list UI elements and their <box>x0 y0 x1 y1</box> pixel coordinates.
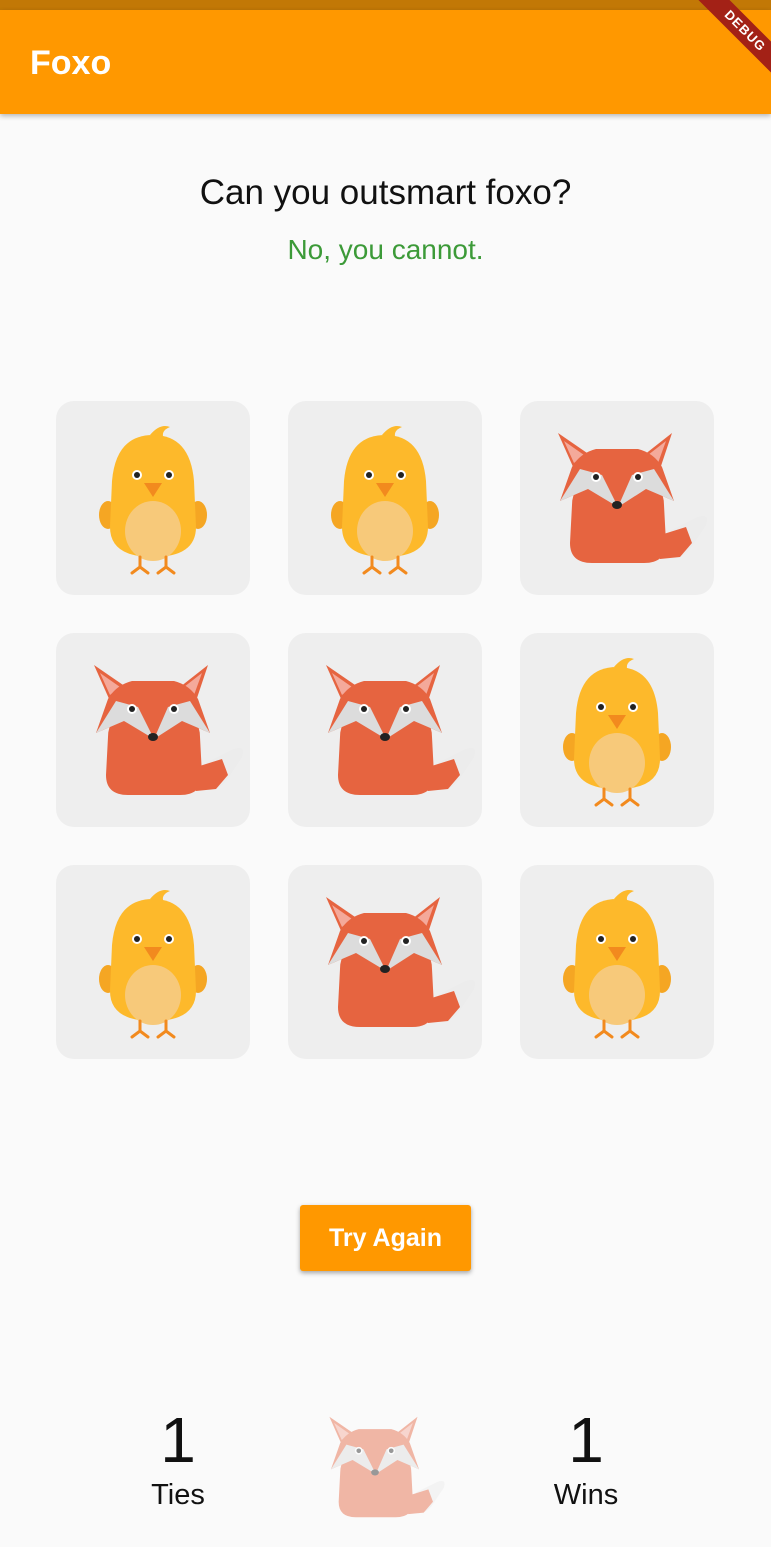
ties-count: 1 <box>160 1404 196 1476</box>
board-cell-2-3[interactable] <box>520 633 714 827</box>
board-cell-1-1[interactable] <box>56 401 250 595</box>
wins-count: 1 <box>568 1404 604 1476</box>
debug-banner-label: DEBUG <box>687 0 771 89</box>
wins-score: 1 Wins <box>486 1402 686 1512</box>
game-board <box>56 401 716 1061</box>
board-cell-2-1[interactable] <box>56 633 250 827</box>
ties-score: 1 Ties <box>78 1402 278 1512</box>
app-title: Foxo <box>30 44 112 82</box>
board-cell-3-3[interactable] <box>520 865 714 1059</box>
app-bar: Foxo <box>0 10 771 114</box>
board-cell-3-2[interactable] <box>288 865 482 1059</box>
wins-label: Wins <box>553 1479 619 1511</box>
ties-label: Ties <box>151 1479 205 1511</box>
status-bar <box>0 0 771 10</box>
game-heading: Can you outsmart foxo? <box>199 173 572 212</box>
board-cell-1-3[interactable] <box>520 401 714 595</box>
try-again-button[interactable]: Try Again <box>300 1205 471 1271</box>
game-result-text: No, you cannot. <box>287 234 484 265</box>
board-cell-1-2[interactable] <box>288 401 482 595</box>
board-cell-3-1[interactable] <box>56 865 250 1059</box>
fox-mascot-icon <box>300 1392 450 1542</box>
debug-banner: DEBUG <box>681 0 771 90</box>
board-cell-2-2[interactable] <box>288 633 482 827</box>
